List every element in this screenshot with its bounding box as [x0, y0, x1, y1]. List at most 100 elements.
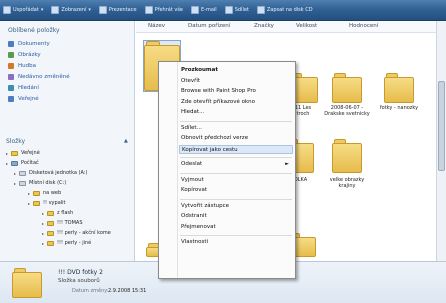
toolbar-button-sdilet[interactable]: Sdílet [224, 6, 249, 14]
column-datum-porizeni[interactable]: Datum pořízení [188, 23, 230, 29]
favorite-link-label: Obrázky [18, 51, 41, 58]
details-name: !!! DVD fotky 2 [58, 269, 103, 276]
tree-item-label: !!! perly - jiné [57, 240, 92, 246]
menu-item-odstranit[interactable]: Odstranit [179, 212, 293, 221]
folder-body [332, 77, 362, 103]
menu-item-vlastnosti[interactable]: Vlastnosti [179, 238, 293, 247]
zapsat-na-disk-cd-icon [256, 6, 265, 14]
column-hodnoceni[interactable]: Hodnocení [349, 23, 378, 29]
folder-icon [33, 190, 40, 196]
tree-item-pocitac[interactable]: ▸ Počítač [2, 158, 134, 168]
scrollbar-thumb[interactable] [438, 81, 445, 171]
folder-item-2[interactable] [384, 73, 414, 103]
tree-item-label: z flash [57, 210, 74, 216]
folders-heading[interactable]: Složky [6, 138, 25, 145]
menu-item-label: Prozkoumat [181, 67, 218, 73]
toolbar-button-zapsat-na-disk-cd[interactable]: Zapsat na disk CD [256, 6, 313, 14]
toolbar-button-e-mail[interactable]: E-mail [191, 6, 217, 14]
toolbar-button-usporadat[interactable]: Uspořádat ▾ [3, 6, 43, 14]
command-toolbar: Uspořádat ▾ Zobrazení ▾ Prezentace Přehrát vš… [0, 0, 446, 21]
favorite-link-verejne[interactable]: Veřejné [8, 93, 70, 104]
menu-item-odeslat[interactable]: Odeslat ► [179, 160, 293, 169]
tree-item-label: !!! perly - akční kome [57, 230, 111, 236]
folder-item-1[interactable] [332, 73, 362, 103]
favorite-link-label: Nedávno změněné [18, 73, 70, 80]
chevron-down-icon: ▾ [88, 7, 91, 13]
zobrazeni-icon [51, 6, 60, 14]
chevron-down-icon: ▾ [40, 7, 44, 13]
folder-icon [11, 150, 18, 156]
menu-item-sdilet[interactable]: Sdílet... [179, 124, 293, 133]
toolbar-button-label: Uspořádat [13, 7, 39, 13]
tree-item-mistni-disk-c[interactable]: ▸ Místní disk (C:) [2, 178, 134, 188]
prezentace-icon [98, 6, 107, 14]
details-type: Složka souborů [58, 278, 100, 284]
menu-item-prozkoumat[interactable]: Prozkoumat [179, 66, 293, 75]
tree-item-label: Počítač [21, 160, 39, 166]
dokumenty-icon [8, 40, 14, 47]
favorite-link-nedavno-zmenene[interactable]: Nedávno změněné [8, 71, 70, 82]
favorite-link-label: Hudba [18, 62, 36, 69]
favorite-link-label: Dokumenty [18, 40, 50, 47]
favorite-link-obrazky[interactable]: Obrázky [8, 49, 70, 60]
details-date: 2.9.2008 15:31 [108, 288, 147, 294]
menu-item-label: Přejmenovat [181, 223, 216, 230]
column-velikost[interactable]: Velikost [296, 23, 317, 29]
column-nazev[interactable]: Název [148, 23, 165, 29]
folder-item-label: velke obrazky krajiny [329, 177, 365, 189]
folder-icon [33, 200, 40, 206]
column-znacky[interactable]: Značky [254, 23, 274, 29]
menu-item-kopirovat[interactable]: Kopírovat [179, 186, 293, 195]
drive-icon [19, 170, 26, 176]
chevron-up-icon[interactable]: ▲ [124, 138, 128, 144]
menu-item-browse-with-paint-shop-pro[interactable]: Browse with Paint Shop Pro [179, 87, 293, 96]
menu-item-zde-otevrit-prikazove-okno[interactable]: Zde otevřít příkazové okno [179, 98, 293, 107]
favorites-list: Dokumenty Obrázky Hudba Nedávno změněné Hled… [8, 38, 70, 104]
verejne-icon [8, 95, 14, 102]
toolbar-button-zobrazeni[interactable]: Zobrazení ▾ [51, 6, 91, 14]
submenu-arrow-icon: ► [285, 161, 289, 167]
hledani-icon [8, 84, 14, 91]
tree-item-perly-akcni-kome[interactable]: ▸!!! perly - akční kome [2, 228, 134, 238]
tree-item-tomas[interactable]: ▸!!! TOMAS [2, 218, 134, 228]
tree-item-z-flash[interactable]: ▸ z flash [2, 208, 134, 218]
folder-item-label: fotky - nanozky [379, 105, 419, 111]
menu-item-hledat[interactable]: Hledat... [179, 108, 293, 117]
menu-item-vyjmout[interactable]: Vyjmout [179, 176, 293, 185]
folder-item-label: 2008-06-07 - Drakske svetnicky [324, 105, 370, 117]
tree-item-verejne[interactable]: ▸ Veřejné [2, 148, 134, 158]
menu-item-obnovit-predchozi-verze[interactable]: Obnovit předchozí verze [179, 134, 293, 143]
menu-item-label: Kopírovat jako cestu [182, 146, 238, 153]
menu-separator [180, 172, 292, 174]
nedavno-zmenene-icon [8, 73, 14, 80]
favorite-link-dokumenty[interactable]: Dokumenty [8, 38, 70, 49]
menu-item-prejmenovat[interactable]: Přejmenovat [179, 223, 293, 232]
folder-item-4[interactable] [332, 139, 362, 173]
tree-item-label: !!! TOMAS [57, 220, 83, 226]
menu-item-label: Obnovit předchozí verze [181, 135, 249, 141]
tree-item-vypalit[interactable]: ▸!! vypalit [2, 198, 134, 208]
menu-item-otevrit[interactable]: Otevřít [179, 77, 293, 86]
sdilet-icon [224, 6, 233, 14]
selected-folder-icon [12, 268, 42, 298]
usporadat-icon [3, 6, 11, 14]
tree-item-na-web[interactable]: ▸ na web [2, 188, 134, 198]
vertical-scrollbar[interactable] [436, 21, 446, 261]
tree-item-label: Veřejné [21, 150, 40, 156]
obrazky-icon [8, 51, 14, 58]
favorites-heading: Oblíbené položky [8, 27, 60, 34]
hudba-icon [8, 62, 14, 69]
tree-item-disketova-jednotka-a[interactable]: ▸ Disketová jednotka (A:) [2, 168, 134, 178]
tree-item-perly-jine[interactable]: ▸!!! perly - jiné [2, 238, 134, 248]
folder-body [332, 143, 362, 173]
folder-icon [47, 240, 54, 246]
menu-separator [180, 198, 292, 200]
toolbar-button-prezentace[interactable]: Prezentace [98, 6, 137, 14]
menu-item-label: Vlastnosti [181, 239, 209, 245]
favorite-link-hudba[interactable]: Hudba [8, 60, 70, 71]
menu-item-kopirovat-jako-cestu[interactable]: Kopírovat jako cestu [179, 144, 293, 154]
menu-item-vytvorit-zastupce[interactable]: Vytvořit zástupce [179, 202, 293, 211]
toolbar-button-prehrat-vse[interactable]: Přehrát vše [144, 6, 183, 14]
tree-item-label: Disketová jednotka (A:) [29, 170, 88, 176]
favorite-link-hledani[interactable]: Hledání [8, 82, 70, 93]
